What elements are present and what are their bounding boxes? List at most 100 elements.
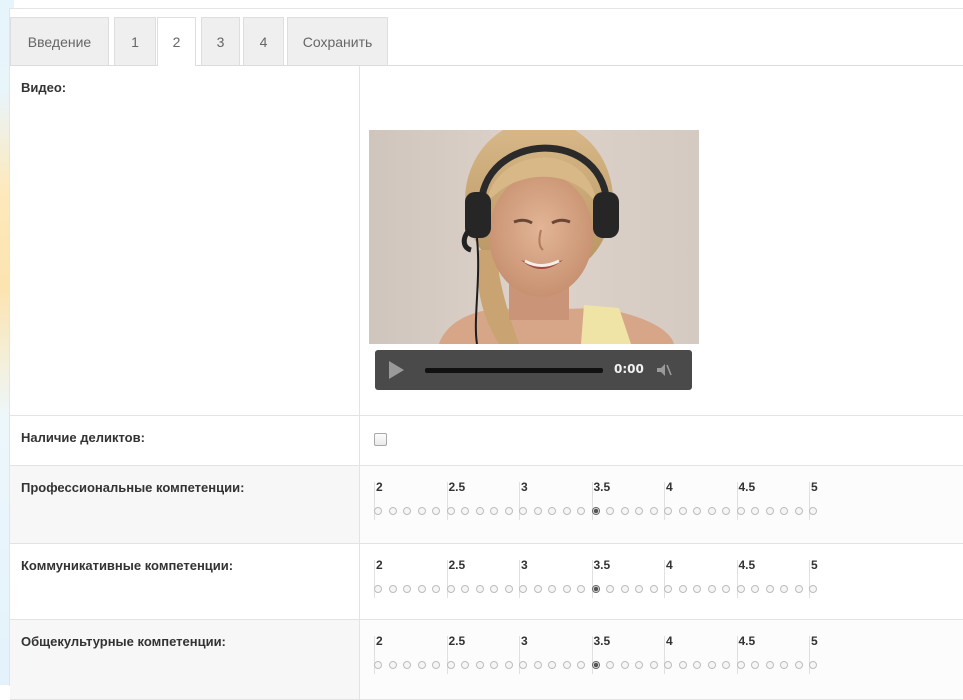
rating-radio[interactable]: [620, 507, 629, 515]
rating-radio[interactable]: [736, 507, 745, 515]
rating-radio[interactable]: [591, 661, 600, 669]
rating-radio[interactable]: [707, 507, 716, 515]
rating-radio[interactable]: [606, 661, 614, 669]
rating-radio[interactable]: [490, 585, 498, 593]
rating-radio[interactable]: [519, 585, 527, 593]
tab-2[interactable]: 2: [157, 17, 196, 66]
rating-radio[interactable]: [620, 585, 629, 593]
offenses-checkbox[interactable]: [374, 433, 387, 446]
rating-radio[interactable]: [432, 507, 440, 515]
tab-1[interactable]: 1: [114, 17, 156, 65]
rating-radio[interactable]: [504, 507, 513, 515]
rating-radio[interactable]: [533, 507, 542, 515]
rating-radio[interactable]: [649, 507, 658, 515]
rating-radio[interactable]: [591, 507, 600, 515]
rating-radio[interactable]: [519, 661, 527, 669]
rating-radio[interactable]: [664, 585, 672, 593]
rating-radio[interactable]: [693, 507, 701, 515]
rating-radio[interactable]: [577, 507, 585, 515]
rating-radio[interactable]: [751, 585, 759, 593]
rating-radio[interactable]: [533, 585, 542, 593]
tab-3[interactable]: 3: [201, 17, 240, 65]
rating-radio[interactable]: [562, 507, 571, 515]
rating-radio[interactable]: [388, 507, 397, 515]
rating-radio[interactable]: [635, 661, 643, 669]
rating-radio[interactable]: [374, 507, 382, 515]
rating-radio[interactable]: [461, 585, 469, 593]
rating-radio[interactable]: [809, 585, 817, 593]
rating-radio[interactable]: [548, 585, 556, 593]
rating-radio[interactable]: [707, 585, 716, 593]
rating-radio[interactable]: [707, 661, 716, 669]
rating-radio[interactable]: [533, 661, 542, 669]
rating-radio[interactable]: [751, 507, 759, 515]
rating-radio[interactable]: [446, 661, 455, 669]
rating-radio[interactable]: [577, 661, 585, 669]
rating-radio[interactable]: [432, 585, 440, 593]
rating-radio[interactable]: [374, 585, 382, 593]
rating-radio[interactable]: [678, 507, 687, 515]
rating-radio[interactable]: [678, 661, 687, 669]
rating-radio[interactable]: [809, 507, 817, 515]
play-icon[interactable]: [389, 361, 404, 379]
rating-radio[interactable]: [664, 661, 672, 669]
rating-radio[interactable]: [649, 585, 658, 593]
rating-radio[interactable]: [577, 585, 585, 593]
mute-icon[interactable]: [655, 361, 673, 379]
rating-radio[interactable]: [780, 661, 788, 669]
rating-radio[interactable]: [548, 661, 556, 669]
rating-radio[interactable]: [693, 585, 701, 593]
rating-radio[interactable]: [461, 661, 469, 669]
rating-radio[interactable]: [591, 585, 600, 593]
rating-radio[interactable]: [794, 661, 803, 669]
rating-radio[interactable]: [403, 661, 411, 669]
rating-radio[interactable]: [548, 507, 556, 515]
rating-radio[interactable]: [403, 585, 411, 593]
rating-radio[interactable]: [751, 661, 759, 669]
tab-save[interactable]: Сохранить: [287, 17, 388, 65]
rating-radio[interactable]: [635, 507, 643, 515]
rating-radio[interactable]: [461, 507, 469, 515]
rating-radio[interactable]: [780, 507, 788, 515]
rating-radio[interactable]: [736, 585, 745, 593]
rating-radio[interactable]: [475, 585, 484, 593]
rating-radio[interactable]: [780, 585, 788, 593]
rating-radio[interactable]: [794, 585, 803, 593]
rating-radio[interactable]: [765, 585, 774, 593]
tab-intro[interactable]: Введение: [10, 17, 109, 65]
rating-radio[interactable]: [504, 585, 513, 593]
tab-4[interactable]: 4: [243, 17, 284, 65]
rating-radio[interactable]: [606, 507, 614, 515]
rating-radio[interactable]: [490, 507, 498, 515]
rating-radio[interactable]: [417, 661, 426, 669]
rating-radio[interactable]: [475, 507, 484, 515]
rating-radio[interactable]: [765, 507, 774, 515]
rating-radio[interactable]: [417, 585, 426, 593]
rating-radio[interactable]: [620, 661, 629, 669]
rating-radio[interactable]: [635, 585, 643, 593]
rating-radio[interactable]: [736, 661, 745, 669]
rating-radio[interactable]: [432, 661, 440, 669]
rating-radio[interactable]: [562, 585, 571, 593]
rating-radio[interactable]: [446, 507, 455, 515]
rating-radio[interactable]: [475, 661, 484, 669]
rating-radio[interactable]: [722, 507, 730, 515]
rating-radio[interactable]: [446, 585, 455, 593]
rating-radio[interactable]: [649, 661, 658, 669]
rating-radio[interactable]: [403, 507, 411, 515]
rating-radio[interactable]: [794, 507, 803, 515]
rating-radio[interactable]: [765, 661, 774, 669]
rating-radio[interactable]: [490, 661, 498, 669]
rating-radio[interactable]: [504, 661, 513, 669]
rating-radio[interactable]: [606, 585, 614, 593]
rating-radio[interactable]: [374, 661, 382, 669]
rating-radio[interactable]: [417, 507, 426, 515]
rating-radio[interactable]: [693, 661, 701, 669]
rating-radio[interactable]: [562, 661, 571, 669]
progress-bar[interactable]: [425, 368, 603, 373]
rating-radio[interactable]: [809, 661, 817, 669]
video-frame[interactable]: [369, 130, 699, 344]
rating-radio[interactable]: [722, 585, 730, 593]
rating-radio[interactable]: [388, 661, 397, 669]
rating-radio[interactable]: [678, 585, 687, 593]
